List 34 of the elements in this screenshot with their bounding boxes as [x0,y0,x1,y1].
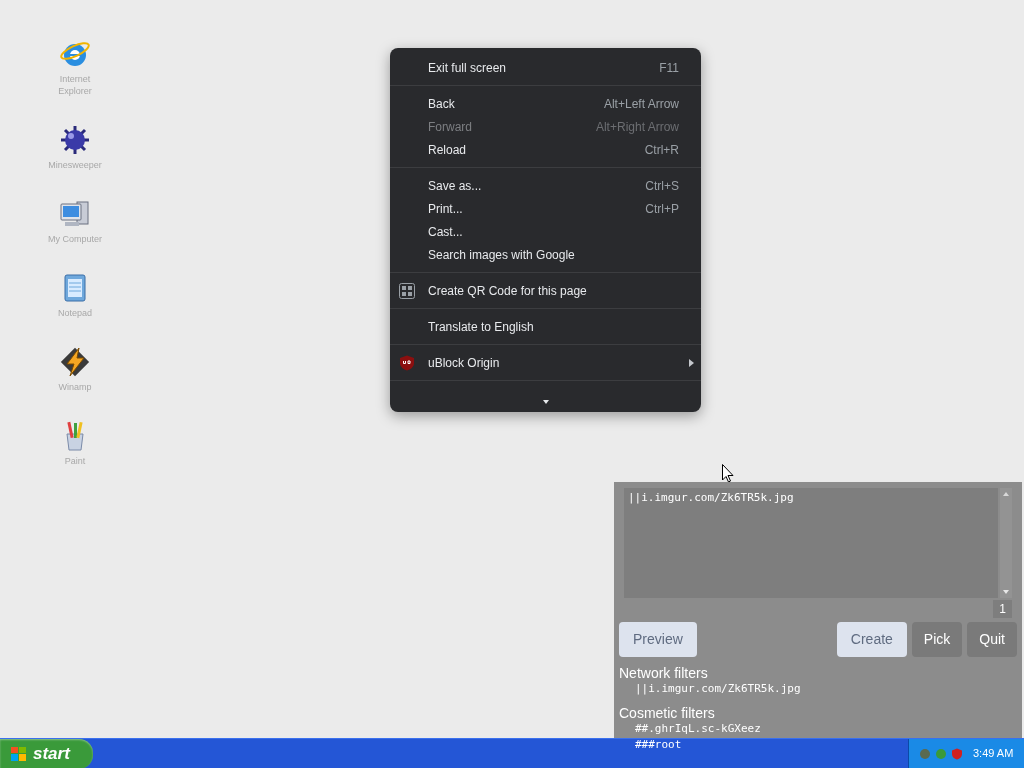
tray-icon[interactable] [935,747,947,760]
shield-icon[interactable] [951,747,963,760]
windows-logo-icon [10,745,27,762]
section-title: Network filters [619,665,709,681]
scroll-up-icon[interactable] [1003,492,1009,496]
menu-item[interactable]: Back Alt+Left Arrow [390,92,701,115]
submenu-arrow-icon [689,359,694,367]
start-button[interactable]: start [0,738,93,768]
picker-button[interactable]: Pick [911,622,963,657]
menu-item[interactable]: Exit full screen F11 [390,56,701,79]
tray-icon[interactable] [919,747,931,760]
mouse-pointer-icon [722,464,734,483]
scroll-down-icon[interactable] [542,399,549,404]
match-count: 1 [993,600,1012,618]
scrollbar[interactable] [1000,488,1012,598]
filter-entry[interactable]: ||i.imgur.com/Zk6TR5k.jpg [635,681,1017,697]
menu-item[interactable]: Save as... Ctrl+S [390,174,701,197]
picker-button[interactable]: Quit [967,622,1017,657]
menu-item[interactable]: Print... Ctrl+P [390,197,701,220]
mine-icon [59,124,91,156]
qr-code-icon [399,283,415,299]
filter-entry[interactable]: ##.ghrIqL.sc-kGXeez [635,721,1017,737]
clock: 3:49 AM [973,746,1014,762]
picker-button[interactable]: Create [836,622,907,657]
picker-button[interactable]: Preview [619,622,697,657]
menu-item[interactable]: Cast... [390,220,701,243]
filter-textarea[interactable]: ||i.imgur.com/Zk6TR5k.jpg [624,488,998,598]
menu-item[interactable]: Reload Ctrl+R [390,138,701,161]
section-title: Cosmetic filters [619,705,716,721]
menu-item[interactable]: Create QR Code for this page [390,279,701,302]
menu-item[interactable]: uBlock Origin [390,351,701,374]
menu-item[interactable]: Search images with Google [390,243,701,266]
shield-icon [399,355,415,371]
menu-item[interactable]: Translate to English [390,315,701,338]
